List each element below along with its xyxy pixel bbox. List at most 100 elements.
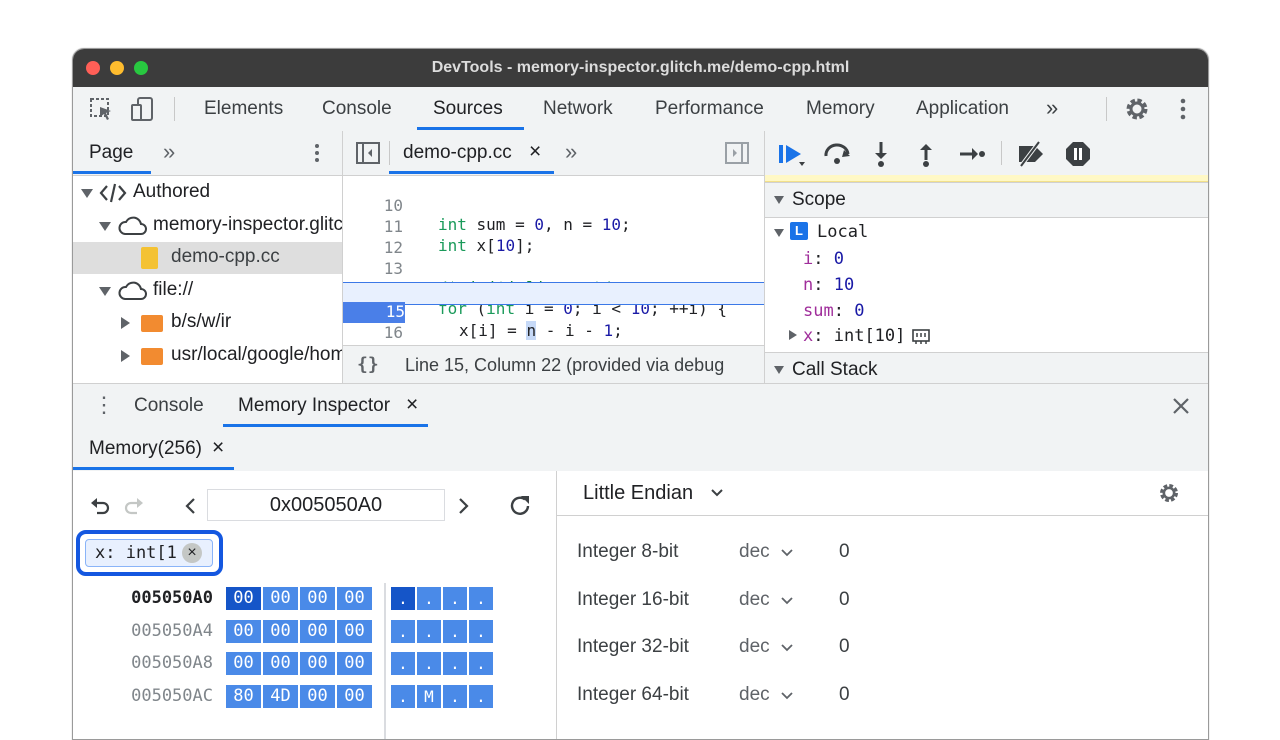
tab-memory[interactable]: Memory [806,98,875,120]
code-line[interactable]: 16 } [343,304,764,361]
editor-more-button[interactable]: » [565,139,577,165]
tree-item-authored[interactable]: Authored [73,177,342,209]
tab-network[interactable]: Network [543,98,613,120]
expand-arrow-icon[interactable] [774,229,784,237]
more-tabs-button[interactable]: » [1046,95,1058,121]
deactivate-breakpoints-icon[interactable] [1015,140,1047,168]
hex-byte-cell[interactable]: 00 [263,587,298,610]
tab-elements[interactable]: Elements [204,98,283,120]
resume-icon[interactable] [777,140,807,168]
tree-item-folder[interactable]: usr/local/google/home [73,340,342,372]
navigator-menu-icon[interactable] [305,141,329,165]
hex-byte-cell[interactable]: 00 [337,684,372,708]
hex-byte-cell[interactable]: 4D [263,684,298,708]
tab-console[interactable]: Console [322,98,392,120]
current-execution-line[interactable]: 15 x[i] = n - i - 1; [343,282,764,340]
step-over-icon[interactable] [822,140,852,168]
hex-byte-cell[interactable]: 00 [226,652,261,675]
hex-byte-cell[interactable]: 00 [300,652,335,675]
editor-tab-demo-cpp[interactable]: demo-cpp.cc [403,142,512,164]
value-mode-select[interactable]: dec [739,684,770,706]
value-mode-select[interactable]: dec [739,589,770,611]
customize-menu-icon[interactable] [1169,95,1197,123]
tab-performance[interactable]: Performance [655,98,764,120]
toggle-debugger-icon[interactable] [724,141,750,165]
tree-item-file[interactable]: file:// [73,275,342,307]
toggle-navigator-icon[interactable] [355,141,381,165]
ascii-cell[interactable]: . [443,587,467,610]
device-toolbar-icon[interactable] [129,95,157,123]
close-drawer-icon[interactable] [1170,395,1192,417]
next-page-icon[interactable] [453,495,473,517]
ascii-cell[interactable]: . [443,684,467,708]
memory-buffer-tab[interactable]: Memory(256) [89,438,202,460]
step-out-icon[interactable] [914,140,938,168]
redo-icon[interactable] [123,495,145,517]
chevron-down-icon[interactable] [780,547,794,559]
hex-byte-cell[interactable]: 00 [263,652,298,675]
ascii-cell[interactable]: . [391,652,415,675]
hex-byte-cell[interactable]: 00 [337,587,372,610]
ascii-cell[interactable]: . [391,684,415,708]
tree-item-domain[interactable]: memory-inspector.glitch.me [73,210,342,242]
code-line[interactable]: 10 int sum = 0, n = 10; [343,177,764,234]
tree-item-folder[interactable]: b/s/w/ir [73,307,342,339]
chevron-down-icon[interactable] [780,642,794,654]
ascii-cell[interactable]: . [391,619,415,643]
close-memory-inspector-tab-button[interactable]: × [406,393,418,417]
ascii-cell[interactable]: . [417,619,441,643]
inspect-element-icon[interactable] [87,95,115,123]
scope-var-n[interactable]: n: 10 [803,275,854,295]
previous-page-icon[interactable] [181,495,201,517]
hex-byte-cell[interactable]: 00 [300,619,335,643]
chevron-down-icon[interactable] [709,486,725,500]
settings-gear-icon[interactable] [1157,481,1181,505]
tab-application[interactable]: Application [916,98,1009,120]
memory-inspector-icon[interactable] [911,327,931,345]
scope-var-x[interactable]: x: int[10] [803,326,905,346]
ascii-cell[interactable]: . [469,652,493,675]
refresh-icon[interactable] [507,493,533,519]
code-line[interactable]: 12 [343,219,764,257]
hex-byte-cell[interactable]: 00 [226,587,261,610]
ascii-cell[interactable]: . [417,587,441,610]
close-buffer-tab-button[interactable]: × [212,436,224,460]
pause-on-exceptions-icon[interactable] [1063,139,1093,169]
highlight-chip[interactable]: x: int[1 × [85,539,213,567]
close-editor-tab-button[interactable]: × [529,140,541,164]
address-input[interactable] [207,489,445,521]
ascii-cell[interactable]: . [469,619,493,643]
settings-gear-icon[interactable] [1123,95,1151,123]
step-into-icon[interactable] [869,140,893,168]
ascii-cell[interactable]: . [443,652,467,675]
collapse-arrow-icon[interactable] [789,330,797,340]
scope-var-sum[interactable]: sum: 0 [803,301,864,321]
remove-highlight-button[interactable]: × [182,543,202,563]
hex-byte-cell[interactable]: 80 [226,684,261,708]
chevron-down-icon[interactable] [780,690,794,702]
value-mode-select[interactable]: dec [739,541,770,563]
tree-item-demo-cpp[interactable]: demo-cpp.cc [73,242,342,274]
hex-byte-cell[interactable]: 00 [300,587,335,610]
hex-byte-cell[interactable]: 00 [337,652,372,675]
undo-icon[interactable] [89,495,111,517]
hex-byte-cell[interactable]: 00 [226,619,261,643]
chevron-down-icon[interactable] [780,595,794,607]
endianness-select[interactable]: Little Endian [583,482,693,505]
drawer-menu-icon[interactable]: ⋮ [93,392,115,418]
local-scope-label[interactable]: Local [817,222,868,242]
scope-var-i[interactable]: i: 0 [803,249,844,269]
pretty-print-button[interactable]: {} [357,354,379,375]
drawer-tab-console[interactable]: Console [134,395,204,417]
code-line[interactable]: 13 /* initialize x */ [343,240,764,297]
hex-byte-cell[interactable]: 00 [263,619,298,643]
ascii-cell[interactable]: . [469,684,493,708]
ascii-cell[interactable]: . [443,619,467,643]
navigator-more-button[interactable]: » [163,139,175,165]
code-line[interactable]: 14 for (int i = 0; i < 10; ++i) { [343,261,764,318]
hex-byte-cell[interactable]: 00 [337,619,372,643]
tab-sources[interactable]: Sources [433,98,503,120]
code-line[interactable]: 11 int x[10]; [343,198,764,255]
hex-byte-cell[interactable]: 00 [300,684,335,708]
ascii-cell[interactable]: . [469,587,493,610]
